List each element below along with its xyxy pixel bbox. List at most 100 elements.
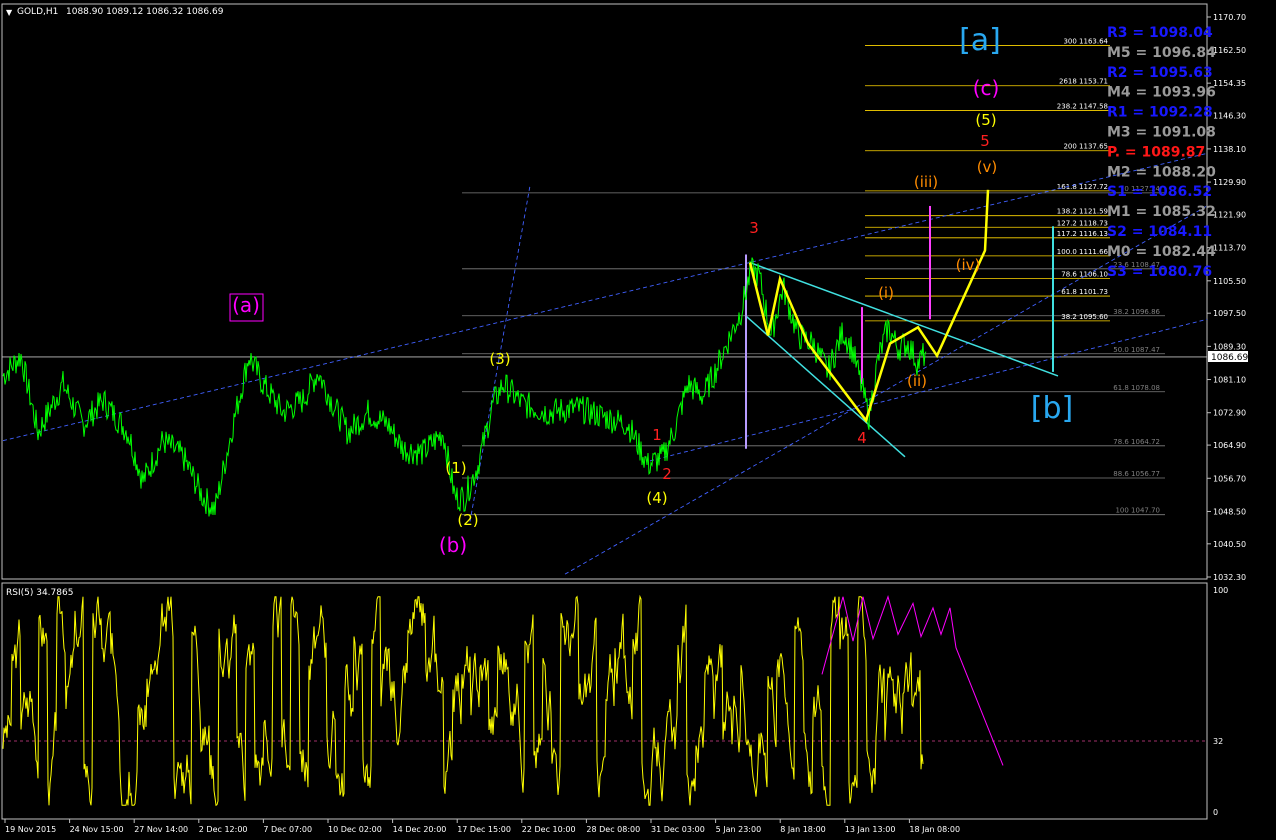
- upper-channel-line: [2, 152, 1208, 442]
- trendline-layer: [2, 152, 1208, 575]
- price-tick-label: 1056.70: [1213, 474, 1246, 483]
- wave-label: (v): [977, 158, 998, 176]
- symbol-label: GOLD,H1: [17, 7, 58, 17]
- rsi-series-line: [2, 594, 924, 807]
- wave-projection-path: [748, 189, 990, 424]
- time-tick-label: 10 Dec 02:00: [328, 825, 382, 834]
- time-tick-label: 17 Dec 15:00: [457, 825, 511, 834]
- price-tick-label: 1064.90: [1213, 441, 1246, 450]
- time-tick-label: 13 Jan 13:00: [845, 825, 896, 834]
- fib-level-label: 100 1047.70: [1115, 507, 1160, 515]
- rsi-label: RSI(5) 34.7865: [6, 588, 73, 598]
- rsi-tick-label: 32: [1213, 737, 1223, 746]
- time-tick-label: 5 Jan 23:00: [716, 825, 762, 834]
- fib-upper-label: 238.2 1147.58: [1057, 103, 1108, 111]
- pivot-label: M4 = 1093.96: [1107, 85, 1216, 101]
- pivot-label: M0 = 1082.44: [1107, 244, 1216, 260]
- price-tick-label: 1032.30: [1213, 573, 1246, 582]
- fib-upper-label: 100.0 1111.66: [1057, 248, 1109, 256]
- price-tick-label: 1048.50: [1213, 507, 1246, 516]
- fib-upper-label: 138.2 1121.59: [1057, 208, 1108, 216]
- wave-label: (4): [646, 489, 667, 507]
- wave-label: (c): [973, 76, 1000, 100]
- fib-layer: 100 1047.70 88.6 1056.77 78.6 1064.72 61.8 …: [462, 38, 1165, 516]
- price-tick-label: 1097.50: [1213, 309, 1246, 318]
- wave-label: [b]: [1031, 391, 1073, 426]
- pivot-label: S1 = 1086.52: [1107, 184, 1212, 200]
- current-price-label: 1086.69: [1211, 353, 1248, 363]
- fib-level-label: 50.0 1087.47: [1113, 346, 1160, 354]
- pivot-label: S2 = 1084.11: [1107, 224, 1212, 240]
- fib-upper-label: 78.6 1106.10: [1061, 270, 1108, 278]
- pivot-label: R3 = 1098.04: [1107, 25, 1213, 41]
- wave-label: [a]: [959, 23, 1001, 58]
- price-tick-label: 1121.90: [1213, 210, 1246, 219]
- wave-label: (iii): [914, 173, 938, 191]
- time-tick-label: 31 Dec 03:00: [651, 825, 705, 834]
- wave-label: (a): [232, 293, 260, 317]
- price-tick-label: 1138.10: [1213, 145, 1246, 154]
- time-tick-label: 7 Dec 07:00: [263, 825, 312, 834]
- pivot-label: S3 = 1080.76: [1107, 264, 1212, 280]
- time-tick-label: 19 Nov 2015: [5, 825, 56, 834]
- price-tick-label: 1170.70: [1213, 13, 1246, 22]
- time-tick-label: 18 Jan 08:00: [909, 825, 960, 834]
- wedge-lower-line: [744, 314, 906, 458]
- chart-canvas[interactable]: ▼ GOLD,H1 1088.90 1089.12 1086.32 1086.6…: [0, 0, 1276, 840]
- time-tick-label: 27 Nov 14:00: [134, 825, 188, 834]
- time-tick-label: 14 Dec 20:00: [393, 825, 447, 834]
- wave-label: (2): [457, 511, 478, 529]
- price-panel-frame: [1, 3, 1208, 580]
- pivot-label: P. = 1089.87: [1107, 144, 1205, 160]
- fib-upper-label: 127.2 1118.73: [1057, 219, 1108, 227]
- pivot-label: M2 = 1088.20: [1107, 164, 1216, 180]
- fib-upper-label: 161.8 1127.72: [1057, 183, 1108, 191]
- time-tick-label: 2 Dec 12:00: [199, 825, 248, 834]
- pivot-label: R2 = 1095.63: [1107, 65, 1213, 81]
- pivot-label: M1 = 1085.32: [1107, 204, 1216, 220]
- price-tick-label: 1081.10: [1213, 376, 1246, 385]
- rsi-panel-frame: [1, 582, 1208, 820]
- wave-label: (1): [445, 459, 466, 477]
- fib-upper-label: 117.2 1116.13: [1057, 230, 1108, 238]
- pivot-layer: R3 = 1098.04 M5 = 1096.84 R2 = 1095.63 M4 =…: [1107, 25, 1216, 280]
- fib-upper-label: 200 1137.65: [1063, 143, 1108, 151]
- price-tick-label: 1072.90: [1213, 409, 1246, 418]
- rsi-tick-label: 100: [1213, 586, 1228, 595]
- price-tick-label: 1162.50: [1213, 46, 1246, 55]
- fib-upper-label: 2618 1153.71: [1059, 78, 1108, 86]
- projection-layer: [748, 189, 990, 424]
- wave-label: (5): [975, 111, 996, 129]
- wave-label: (b): [439, 533, 467, 557]
- pivot-label: M3 = 1091.08: [1107, 125, 1216, 141]
- time-tick-label: 28 Dec 08:00: [586, 825, 640, 834]
- wave-label: 4: [857, 429, 867, 447]
- fib-level-label: 78.6 1064.72: [1113, 438, 1160, 446]
- wave-label: (ii): [907, 372, 927, 390]
- price-tick-label: 1105.50: [1213, 277, 1246, 286]
- wave-label: 5: [980, 132, 990, 150]
- fib-level-label: 38.2 1096.86: [1113, 308, 1160, 316]
- pivot-label: M5 = 1096.84: [1107, 45, 1216, 61]
- wave-label: (iv): [956, 256, 981, 274]
- rsi-layer: [2, 594, 1004, 807]
- wave-label-layer: [a] [b] (a) (b) (c) (1) (2) (3) (4) (5) 1 2 3 4 5 (i) (i…: [229, 23, 1073, 557]
- chart-dropdown-icon[interactable]: ▼: [6, 8, 13, 17]
- pivot-label: R1 = 1092.28: [1107, 105, 1213, 121]
- fib-upper-label: 300 1163.64: [1063, 38, 1108, 46]
- price-tick-label: 1129.90: [1213, 178, 1246, 187]
- price-tick-label: 1113.70: [1213, 244, 1246, 253]
- fib-upper-label: 38.2 1095.60: [1061, 313, 1108, 321]
- price-tick-label: 1040.50: [1213, 540, 1246, 549]
- fib-level-label: 61.8 1078.08: [1113, 384, 1160, 392]
- rsi-tick-label: 0: [1213, 808, 1218, 817]
- time-tick-label: 24 Nov 15:00: [70, 825, 124, 834]
- mid-channel-line: [564, 205, 1208, 575]
- fib-level-label: 88.6 1056.77: [1113, 470, 1160, 478]
- ohlc-label: 1088.90 1089.12 1086.32 1086.69: [66, 7, 224, 17]
- wave-label: (3): [489, 350, 510, 368]
- time-tick-label: 8 Jan 18:00: [780, 825, 826, 834]
- time-tick-label: 22 Dec 10:00: [522, 825, 576, 834]
- price-tick-label: 1154.35: [1213, 79, 1246, 88]
- price-tick-label: 1089.30: [1213, 342, 1246, 351]
